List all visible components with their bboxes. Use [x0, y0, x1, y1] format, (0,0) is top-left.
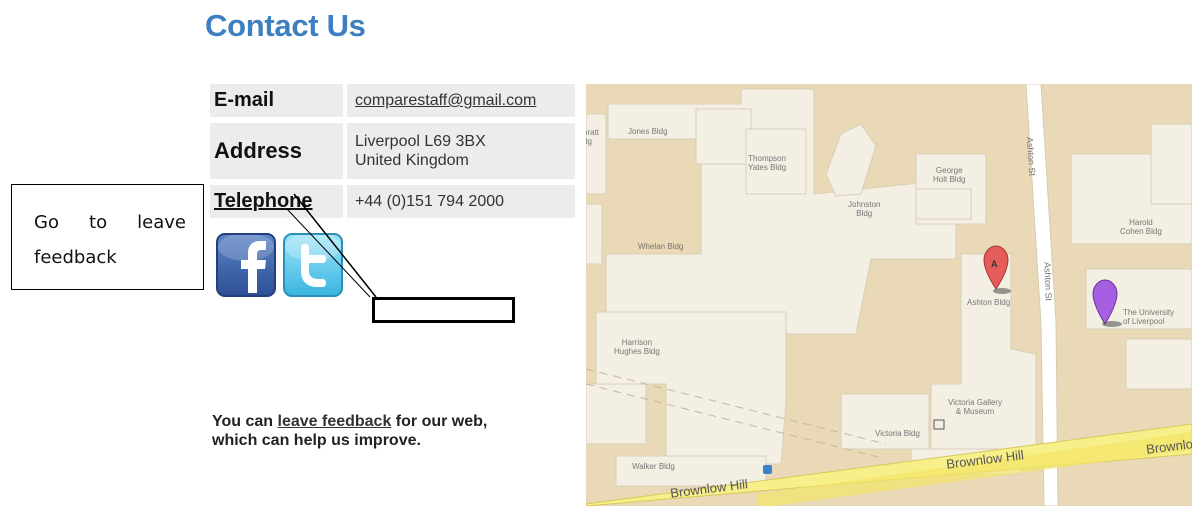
annotation-target-box	[372, 297, 515, 323]
annotation-callout: Go to leave feedback	[11, 184, 204, 290]
